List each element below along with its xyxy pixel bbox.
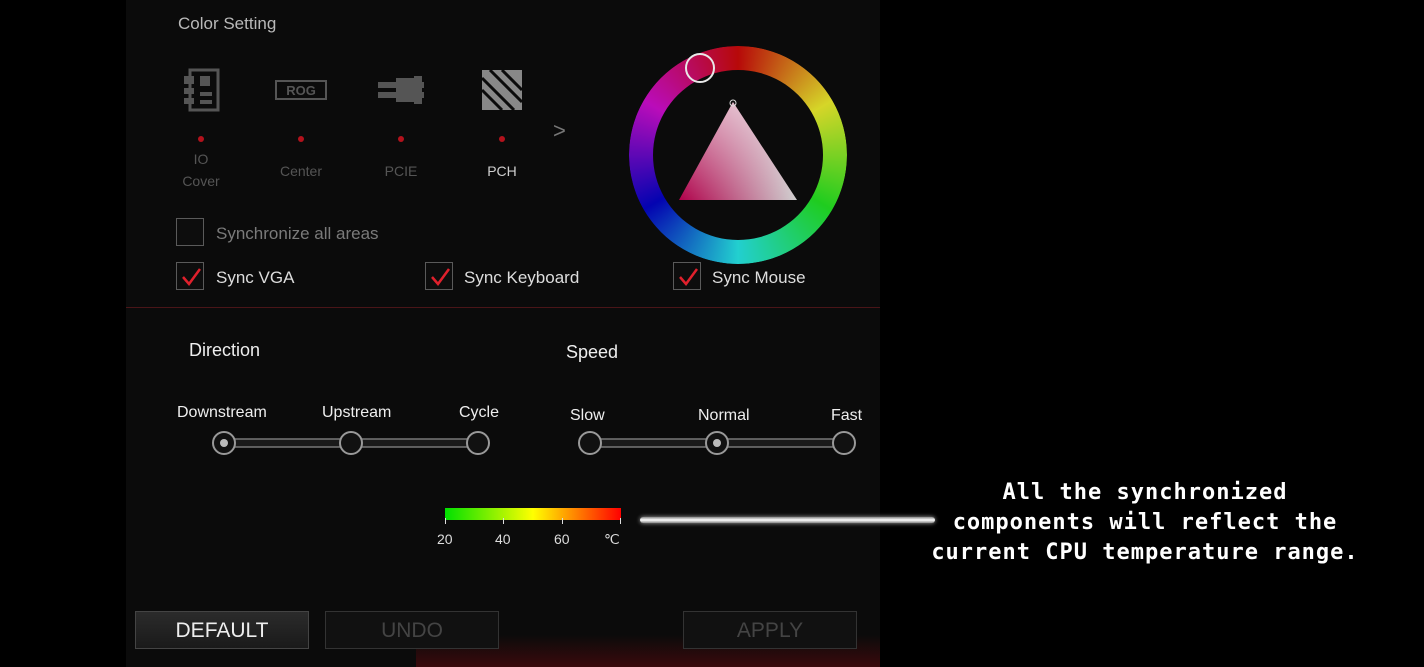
sync-mouse-checkbox[interactable] bbox=[673, 262, 701, 290]
apply-button[interactable]: APPLY bbox=[683, 611, 857, 649]
checkmark-icon bbox=[431, 268, 451, 287]
rog-logo-icon: ROG bbox=[275, 80, 327, 100]
color-wheel[interactable] bbox=[629, 46, 847, 264]
direction-knob-1[interactable] bbox=[339, 431, 363, 455]
direction-slider[interactable] bbox=[210, 428, 492, 458]
area-label: IO Cover bbox=[182, 151, 220, 189]
sync-all-label: Synchronize all areas bbox=[216, 224, 379, 243]
temperature-tick-40: 40 bbox=[495, 531, 511, 547]
svg-text:ROG: ROG bbox=[286, 83, 316, 98]
color-setting-panel: Color Setting IO Cover ROG Center PCIE P… bbox=[126, 0, 880, 667]
checkmark-icon bbox=[182, 268, 202, 287]
speed-selected-dot bbox=[713, 439, 721, 447]
undo-button[interactable]: UNDO bbox=[325, 611, 499, 649]
pch-icon bbox=[480, 68, 524, 112]
area-label: PCIE bbox=[384, 163, 418, 179]
section-divider bbox=[126, 307, 880, 308]
area-center[interactable]: ROG Center bbox=[265, 66, 337, 186]
area-indicator-dot bbox=[499, 136, 505, 142]
callout-text: All the synchronized components will ref… bbox=[931, 480, 1359, 565]
speed-stop-slow[interactable]: Slow bbox=[570, 407, 605, 425]
area-io-cover[interactable]: IO Cover bbox=[165, 66, 237, 189]
speed-stop-normal[interactable]: Normal bbox=[698, 407, 750, 425]
temperature-unit: ℃ bbox=[604, 531, 620, 547]
speed-title: Speed bbox=[566, 342, 619, 362]
sync-mouse-label: Sync Mouse bbox=[712, 268, 806, 287]
sync-keyboard-label: Sync Keyboard bbox=[464, 268, 580, 287]
speed-stop-fast[interactable]: Fast bbox=[831, 407, 862, 425]
next-areas-arrow[interactable]: > bbox=[553, 118, 566, 144]
sync-vga-label: Sync VGA bbox=[216, 268, 295, 287]
temperature-tick-60: 60 bbox=[554, 531, 570, 547]
area-label: Center bbox=[279, 163, 323, 179]
section-title: Color Setting bbox=[178, 14, 277, 33]
direction-title: Direction bbox=[189, 340, 261, 360]
direction-stop-upstream[interactable]: Upstream bbox=[322, 404, 391, 422]
speed-slider[interactable] bbox=[576, 428, 858, 458]
checkmark-icon bbox=[679, 268, 699, 287]
speed-knob-0[interactable] bbox=[578, 431, 602, 455]
area-pch[interactable]: PCH bbox=[466, 66, 538, 186]
area-pcie[interactable]: PCIE bbox=[365, 66, 437, 186]
area-indicator-dot bbox=[398, 136, 404, 142]
direction-stop-downstream[interactable]: Downstream bbox=[177, 404, 267, 422]
callout-pointer-line bbox=[640, 517, 935, 523]
temperature-tick-20: 20 bbox=[437, 531, 453, 547]
pcie-icon bbox=[378, 76, 424, 104]
sync-keyboard-checkbox[interactable] bbox=[425, 262, 453, 290]
area-indicator-dot bbox=[298, 136, 304, 142]
sync-vga-checkbox[interactable] bbox=[176, 262, 204, 290]
area-label: PCH bbox=[487, 163, 517, 179]
speed-knob-2[interactable] bbox=[832, 431, 856, 455]
direction-selected-dot bbox=[220, 439, 228, 447]
default-button[interactable]: DEFAULT bbox=[135, 611, 309, 649]
io-cover-icon bbox=[184, 68, 220, 112]
area-indicator-dot bbox=[198, 136, 204, 142]
temperature-color-bar bbox=[445, 508, 621, 520]
sync-all-checkbox[interactable] bbox=[176, 218, 204, 246]
direction-knob-2[interactable] bbox=[466, 431, 490, 455]
direction-stop-cycle[interactable]: Cycle bbox=[459, 404, 499, 422]
